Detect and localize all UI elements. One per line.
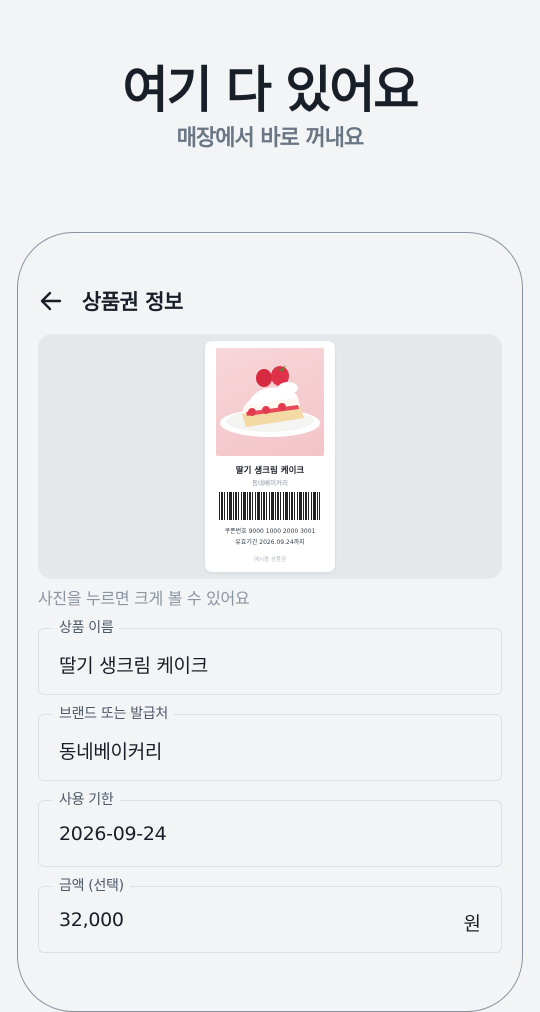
field-value[interactable]: 2026-09-24	[59, 823, 167, 845]
preview-hint: 사진을 누르면 크게 볼 수 있어요	[38, 589, 250, 608]
field-label: 사용 기한	[53, 790, 120, 810]
cake-image	[216, 348, 324, 456]
product-name-field[interactable]: 상품 이름 딸기 생크림 케이크	[38, 618, 502, 695]
coupon-image-preview[interactable]: 딸기 생크림 케이크 동네베이커리 쿠폰번호 9000 1000 2000 30…	[38, 334, 502, 579]
promo-subheadline: 매장에서 바로 꺼내요	[176, 126, 364, 151]
barcode	[219, 492, 320, 520]
promo-headline: 여기 다 있어요	[122, 61, 420, 119]
amount-field[interactable]: 금액 (선택) 32,000 원	[38, 876, 502, 953]
currency-unit: 원	[463, 913, 481, 935]
field-label: 브랜드 또는 발급처	[53, 704, 174, 724]
field-value[interactable]: 딸기 생크림 케이크	[59, 651, 208, 678]
brand-field[interactable]: 브랜드 또는 발급처 동네베이커리	[38, 704, 502, 781]
field-value[interactable]: 동네베이커리	[59, 737, 162, 764]
coupon-sample-label: 예시용 상품권	[253, 557, 287, 563]
arrow-left-icon[interactable]	[38, 288, 64, 314]
page-title: 상품권 정보	[82, 290, 183, 314]
coupon-expiry: 유효기간 2026.09.24까지	[235, 539, 305, 546]
top-bar: 상품권 정보	[38, 285, 183, 317]
field-value[interactable]: 32,000	[59, 909, 124, 931]
coupon-brand: 동네베이커리	[252, 479, 288, 487]
expiry-date-field[interactable]: 사용 기한 2026-09-24	[38, 790, 502, 867]
coupon-number: 쿠폰번호 9000 1000 2000 3001	[224, 528, 316, 535]
field-label: 금액 (선택)	[53, 876, 130, 896]
field-label: 상품 이름	[53, 618, 120, 638]
phone-frame: 상품권 정보 딸기 생크림 케이크 동네베이커리 쿠폰번호 9000 1000 …	[17, 232, 523, 1012]
coupon-product-name: 딸기 생크림 케이크	[235, 466, 305, 476]
coupon-card: 딸기 생크림 케이크 동네베이커리 쿠폰번호 9000 1000 2000 30…	[205, 341, 335, 572]
